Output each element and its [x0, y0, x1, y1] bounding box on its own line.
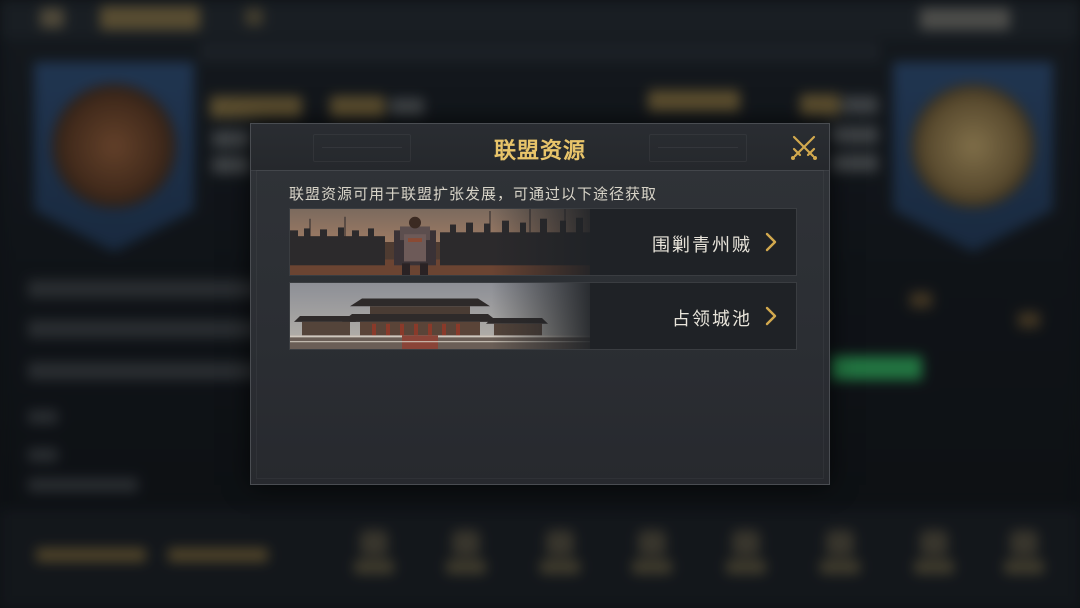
chevron-right-icon	[765, 306, 777, 326]
dialog-header: 联盟资源	[251, 124, 829, 171]
option-label: 围剿青州贼	[652, 235, 752, 256]
option-label: 占领城池	[672, 309, 752, 330]
dialog-description: 联盟资源可用于联盟扩张发展，可通过以下途径获取	[289, 185, 658, 203]
crossed-swords-icon	[791, 135, 817, 160]
option-occupy-city[interactable]: 占领城池	[289, 282, 797, 350]
chevron-right-icon	[765, 232, 777, 252]
alliance-resources-dialog: 联盟资源 联盟资源可用于联盟扩张发展，可通过以下途径获取 围剿青州贼 占领城池	[250, 123, 830, 485]
option-suppress-bandits[interactable]: 围剿青州贼	[289, 208, 797, 276]
close-button[interactable]	[787, 130, 821, 164]
dialog-title: 联盟资源	[493, 138, 586, 164]
